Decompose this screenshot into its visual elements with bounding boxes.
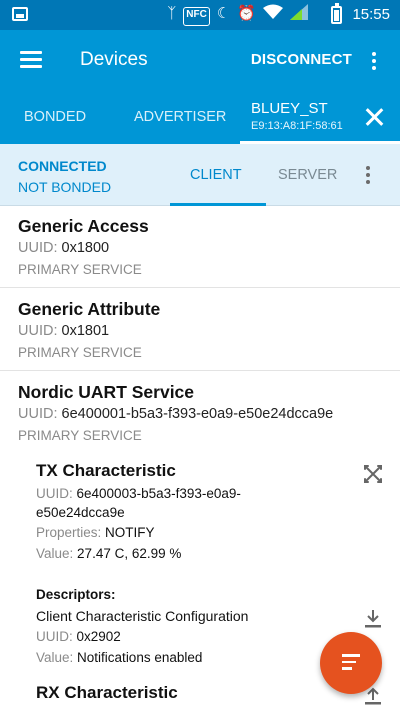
- close-icon[interactable]: [364, 107, 384, 127]
- uuid-label: UUID:: [18, 240, 58, 256]
- service-uuid: UUID: 0x1800: [18, 240, 109, 256]
- service-generic-attribute[interactable]: Generic Attribute UUID: 0x1801 PRIMARY S…: [0, 288, 400, 371]
- properties-value: NOTIFY: [105, 525, 155, 540]
- service-name: Nordic UART Service: [18, 382, 195, 402]
- tab-server-label: SERVER: [278, 167, 338, 183]
- characteristic-name: RX Characteristic: [36, 683, 178, 702]
- characteristic-uuid: UUID: 6e400003-b5a3-f393-e0a9-: [36, 486, 241, 501]
- characteristic-name: TX Characteristic: [36, 461, 176, 480]
- uuid-value: 0x2902: [76, 629, 121, 644]
- uuid-label: UUID:: [36, 629, 73, 644]
- clock: 15:55: [352, 6, 390, 23]
- status-icons: ᛉ NFC ☾ ⏰: [167, 4, 308, 26]
- service-type: PRIMARY SERVICE: [18, 428, 142, 443]
- uuid-value-line1: 6e400003-b5a3-f393-e0a9-: [76, 486, 241, 501]
- uuid-label: UUID:: [18, 323, 58, 339]
- characteristic-value: Value: 27.47 C, 62.99 %: [36, 546, 181, 561]
- nfc-icon: NFC: [183, 7, 210, 26]
- alarm-icon: ⏰: [237, 5, 256, 22]
- battery-icon: [331, 3, 342, 24]
- value-label: Value:: [36, 650, 74, 665]
- tab-advertiser-label: ADVERTISER: [134, 109, 227, 125]
- uuid-value-line2: e50e24dcca9e: [36, 505, 125, 520]
- characteristic-properties: Properties: NOTIFY: [36, 525, 155, 540]
- status-bar: ᛉ NFC ☾ ⏰ 15:55: [0, 0, 400, 30]
- descriptor-name: Client Characteristic Configuration: [36, 608, 249, 624]
- device-name: BLUEY_ST: [251, 100, 328, 117]
- signal-icon: [290, 4, 308, 26]
- menu-icon[interactable]: [20, 51, 42, 69]
- tab-bonded[interactable]: BONDED: [0, 90, 110, 144]
- tab-client-label: CLIENT: [190, 167, 242, 183]
- tab-device-bluey[interactable]: BLUEY_ST E9:13:A8:1F:58:61: [240, 90, 400, 144]
- uuid-label: UUID:: [18, 406, 58, 422]
- bluetooth-icon: ᛉ: [167, 5, 177, 22]
- connection-bar: CONNECTED NOT BONDED CLIENT SERVER: [0, 144, 400, 206]
- uuid-label: UUID:: [36, 486, 73, 501]
- service-name: Generic Access: [18, 216, 149, 236]
- read-download-icon[interactable]: [364, 609, 382, 629]
- descriptor-uuid: UUID: 0x2902: [36, 629, 121, 644]
- device-tabs: BONDED ADVERTISER BLUEY_ST E9:13:A8:1F:5…: [0, 90, 400, 144]
- tab-client[interactable]: CLIENT: [170, 144, 266, 206]
- tab-bonded-label: BONDED: [24, 109, 87, 125]
- uuid-value: 6e400001-b5a3-f393-e0a9-e50e24dcca9e: [61, 406, 334, 422]
- uuid-value: 0x1801: [61, 323, 110, 339]
- app-toolbar: Devices DISCONNECT: [0, 30, 400, 90]
- service-type: PRIMARY SERVICE: [18, 345, 142, 360]
- tab-server[interactable]: SERVER: [266, 144, 342, 206]
- notifications-disable-icon[interactable]: [362, 463, 384, 485]
- device-address: E9:13:A8:1F:58:61: [251, 120, 343, 132]
- service-uuid: UUID: 0x1801: [18, 323, 109, 339]
- service-uuid: UUID: 6e400001-b5a3-f393-e0a9-e50e24dcca…: [18, 406, 333, 422]
- service-type: PRIMARY SERVICE: [18, 262, 142, 277]
- moon-icon: ☾: [216, 5, 231, 22]
- disconnect-button[interactable]: DISCONNECT: [251, 50, 352, 70]
- connection-menu-icon[interactable]: [366, 166, 370, 187]
- log-fab-button[interactable]: [320, 632, 382, 694]
- image-notification-icon: [12, 7, 28, 21]
- log-icon: [342, 654, 360, 674]
- service-name: Generic Attribute: [18, 299, 161, 319]
- value-label: Value:: [36, 546, 74, 561]
- value-text: 27.47 C, 62.99 %: [77, 546, 182, 561]
- value-text: Notifications enabled: [77, 650, 203, 665]
- uuid-value: 0x1800: [61, 240, 110, 256]
- properties-label: Properties:: [36, 525, 102, 540]
- tab-advertiser[interactable]: ADVERTISER: [110, 90, 240, 144]
- service-generic-access[interactable]: Generic Access UUID: 0x1800 PRIMARY SERV…: [0, 206, 400, 288]
- descriptors-heading: Descriptors:: [36, 587, 116, 602]
- overflow-menu-icon[interactable]: [372, 52, 376, 73]
- descriptor-value: Value: Notifications enabled: [36, 650, 202, 665]
- wifi-icon: [263, 4, 283, 26]
- bond-state-label: NOT BONDED: [18, 179, 112, 195]
- page-title: Devices: [80, 49, 148, 70]
- connection-state-label: CONNECTED: [18, 158, 107, 174]
- connection-status: CONNECTED NOT BONDED: [18, 156, 111, 198]
